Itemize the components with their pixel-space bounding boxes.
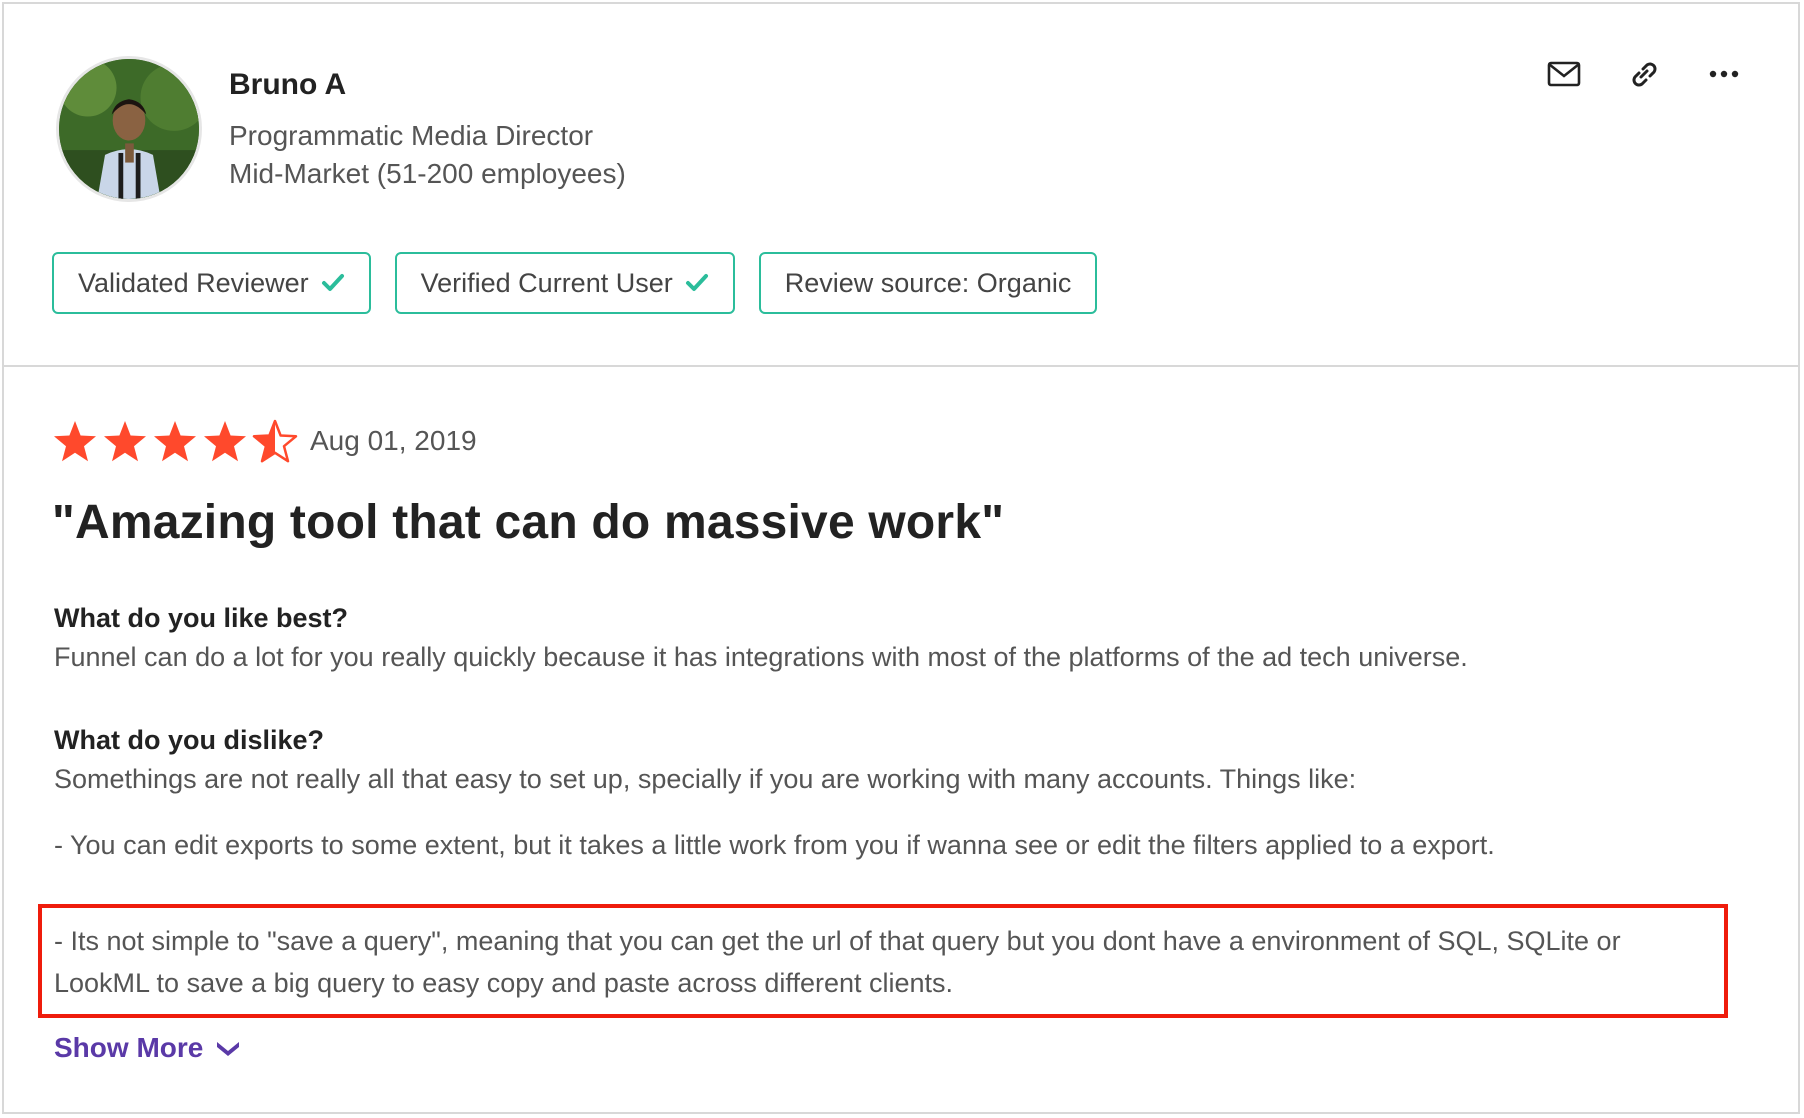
star-full-icon — [54, 421, 96, 462]
show-more-link[interactable]: Show More — [54, 1032, 241, 1064]
badge-row: Validated Reviewer Verified Current User… — [52, 252, 1098, 314]
reviewer-company-size: Mid-Market (51-200 employees) — [229, 158, 626, 189]
chevron-down-icon — [215, 1039, 241, 1057]
badge-validated-reviewer[interactable]: Validated Reviewer — [52, 252, 371, 314]
badge-label: Verified Current User — [420, 267, 673, 298]
like-question: What do you like best? — [54, 603, 349, 633]
more-options-button[interactable] — [1684, 54, 1764, 94]
reviewer-header: Bruno A Programmatic Media Director Mid-… — [4, 4, 1798, 367]
email-button[interactable] — [1524, 54, 1604, 94]
reviewer-name[interactable]: Bruno A — [229, 68, 346, 102]
dislike-question: What do you dislike? — [54, 725, 325, 755]
checkmark-icon — [321, 273, 345, 293]
review-card: Bruno A Programmatic Media Director Mid-… — [2, 2, 1800, 1114]
rating-row: Aug 01, 2019 — [52, 419, 477, 463]
copy-link-button[interactable] — [1604, 54, 1684, 94]
review-title[interactable]: "Amazing tool that can do massive work" — [52, 495, 1004, 550]
reviewer-job-title: Programmatic Media Director — [229, 120, 594, 151]
dislike-intro: Somethings are not really all that easy … — [54, 764, 1357, 794]
badge-label: Validated Reviewer — [78, 267, 309, 298]
badge-label: Review source: Organic — [784, 267, 1072, 298]
star-half-icon — [252, 419, 298, 463]
star-full-icon — [204, 421, 246, 462]
show-more-label: Show More — [54, 1032, 204, 1063]
star-rating — [52, 419, 298, 463]
avatar[interactable] — [56, 56, 202, 202]
badge-review-source[interactable]: Review source: Organic — [758, 252, 1098, 314]
review-date: Aug 01, 2019 — [310, 425, 477, 456]
star-full-icon — [104, 421, 146, 462]
like-answer: Funnel can do a lot for you really quick… — [54, 642, 1468, 672]
dislike-point-2-line-2: LookML to save a big query to easy copy … — [54, 968, 954, 998]
envelope-icon — [1547, 61, 1581, 87]
dislike-point-2-line-1: - Its not simple to "save a query", mean… — [54, 926, 1621, 956]
star-full-icon — [154, 421, 196, 462]
more-dots-icon — [1709, 70, 1739, 78]
badge-verified-current-user[interactable]: Verified Current User — [394, 252, 735, 314]
user-photo-icon — [59, 59, 199, 199]
dislike-point-1: - You can edit exports to some extent, b… — [54, 830, 1495, 860]
header-actions — [1524, 54, 1764, 94]
checkmark-icon — [685, 273, 709, 293]
link-icon — [1632, 62, 1657, 87]
